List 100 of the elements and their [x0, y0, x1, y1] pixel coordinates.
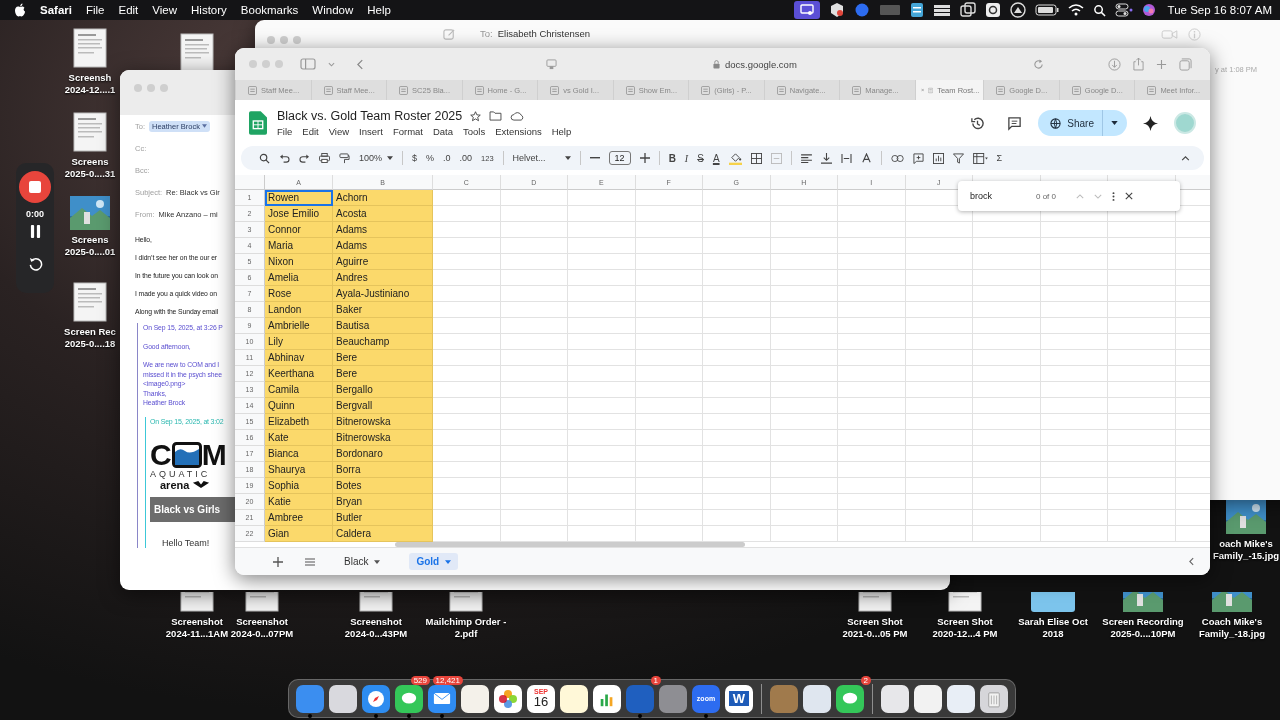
menu-item[interactable]: Window	[312, 4, 354, 16]
table-cell[interactable]: Aguirre	[333, 254, 433, 270]
sheet-tab[interactable]: Black	[337, 553, 388, 570]
menu-item[interactable]: View	[152, 4, 178, 16]
decrease-decimal-button[interactable]: .0	[443, 153, 451, 163]
table-cell[interactable]: Beauchamp	[333, 334, 433, 350]
file-name: Screen Shot	[937, 616, 993, 628]
document-title[interactable]: Black vs. Gold Team Roster 2025	[277, 109, 463, 123]
table-cell[interactable]: Caldera	[333, 526, 433, 542]
table-cell[interactable]: Adams	[333, 222, 433, 238]
table-cell[interactable]: Bere	[333, 350, 433, 366]
table-cell[interactable]: Amelia	[265, 270, 333, 286]
notification-badge: 12,421	[432, 676, 463, 685]
table-cell[interactable]: Katie	[265, 494, 333, 510]
percent-format-button[interactable]: %	[426, 153, 435, 163]
file-name: 2024-0...43PM	[344, 628, 408, 640]
table-cell[interactable]: Ambrielle	[265, 318, 333, 334]
logo-text: arena	[160, 478, 190, 491]
table-cell[interactable]: Sophia	[265, 478, 333, 494]
table-cell[interactable]: Bergvall	[333, 398, 433, 414]
menu-item[interactable]: Edit	[302, 126, 319, 137]
recording-timer: 0:00	[26, 209, 44, 219]
currency-format-button[interactable]: $	[412, 153, 418, 163]
menu-item[interactable]: Format	[392, 126, 423, 137]
format-button[interactable]: A	[712, 152, 720, 164]
table-cell[interactable]: Maria	[265, 238, 333, 254]
table-cell[interactable]: Adams	[333, 238, 433, 254]
file-name: Screenshot	[236, 616, 288, 628]
table-cell[interactable]: Kate	[265, 430, 333, 446]
menu-item[interactable]: Help	[551, 126, 572, 137]
file-name: Family_-15.jpg	[1213, 550, 1279, 562]
file-name: Screenshot	[171, 616, 223, 628]
menu-item[interactable]: Edit	[118, 4, 139, 16]
sheet-tab[interactable]: Gold	[409, 553, 459, 570]
recipient-name[interactable]: Elisabeth Christensen	[497, 28, 591, 39]
table-cell[interactable]: Lily	[265, 334, 333, 350]
file-name: 2024-11...1AM	[165, 628, 229, 640]
table-cell[interactable]: Borra	[333, 462, 433, 478]
table-cell[interactable]: Abhinav	[265, 350, 333, 366]
table-cell[interactable]: Bianca	[265, 446, 333, 462]
zoom-dropdown[interactable]: 100%	[359, 153, 394, 163]
table-cell[interactable]: Ayala-Justiniano	[333, 286, 433, 302]
menu-item[interactable]: History	[191, 4, 227, 16]
table-cell[interactable]: Quinn	[265, 398, 333, 414]
format-button[interactable]: S	[697, 152, 704, 164]
table-cell[interactable]: Bryan	[333, 494, 433, 510]
table-cell[interactable]: Elizabeth	[265, 414, 333, 430]
file-name: 2018	[1042, 628, 1064, 640]
address-bar[interactable]: docs.google.com	[709, 56, 801, 72]
notification-badge: 2	[860, 676, 871, 685]
file-name: Family_-18.jpg	[1199, 628, 1265, 640]
format-button[interactable]: I	[684, 152, 689, 164]
menu-item[interactable]: File	[85, 4, 105, 16]
email-banner: Black vs Girls	[150, 496, 235, 522]
table-cell[interactable]: Butler	[333, 510, 433, 526]
menu-bar-clock[interactable]: Tue Sep 16 8:07 AM	[1167, 4, 1272, 16]
menu-item[interactable]: View	[328, 126, 350, 137]
table-cell[interactable]: Botes	[333, 478, 433, 494]
menu-item[interactable]: Data	[432, 126, 454, 137]
table-cell[interactable]: Achorn	[333, 190, 433, 206]
table-cell[interactable]: Bautisa	[333, 318, 433, 334]
font-size-field[interactable]: 12	[608, 151, 631, 165]
table-cell[interactable]: Rowen	[265, 190, 333, 206]
share-button[interactable]: Share	[1038, 110, 1127, 136]
table-cell[interactable]: Baker	[333, 302, 433, 318]
table-cell[interactable]: Landon	[265, 302, 333, 318]
table-cell[interactable]: Andres	[333, 270, 433, 286]
table-cell[interactable]: Keerthana	[265, 366, 333, 382]
menu-item[interactable]: Help	[367, 4, 391, 16]
quoted-text: Hello Team!	[162, 537, 211, 548]
table-cell[interactable]: Jose Emilio	[265, 206, 333, 222]
find-field[interactable]: brock	[970, 191, 1026, 201]
file-name: 2025-0....18	[64, 338, 116, 350]
menu-item[interactable]: Tools	[463, 126, 486, 137]
table-cell[interactable]: Bere	[333, 366, 433, 382]
increase-decimal-button[interactable]: .00	[459, 153, 473, 163]
table-cell[interactable]: Bordonaro	[333, 446, 433, 462]
table-cell[interactable]: Bitnerowska	[333, 430, 433, 446]
menu-item[interactable]: Safari	[40, 4, 72, 16]
notification-badge: 529	[410, 676, 430, 685]
table-cell[interactable]: Rose	[265, 286, 333, 302]
table-cell[interactable]: Gian	[265, 526, 333, 542]
table-cell[interactable]: Bergallo	[333, 382, 433, 398]
table-cell[interactable]: Shaurya	[265, 462, 333, 478]
table-cell[interactable]: Camila	[265, 382, 333, 398]
document-app-icon[interactable]: W	[725, 684, 753, 713]
field-label: To:	[480, 28, 493, 39]
menu-item[interactable]: Bookmarks	[240, 4, 299, 16]
table-cell[interactable]: Nixon	[265, 254, 333, 270]
table-cell[interactable]: Connor	[265, 222, 333, 238]
table-cell[interactable]: Acosta	[333, 206, 433, 222]
table-cell[interactable]: Ambree	[265, 510, 333, 526]
functions-button[interactable]: Σ	[996, 153, 1003, 163]
font-dropdown[interactable]: Helvet...	[512, 153, 571, 163]
menu-item[interactable]: Insert	[359, 126, 383, 137]
menu-item[interactable]: File	[277, 126, 293, 137]
format-button[interactable]: B	[668, 152, 676, 164]
table-cell[interactable]: Bitnerowska	[333, 414, 433, 430]
file-name: Coach Mike's	[1201, 616, 1263, 628]
menu-item[interactable]: Extensions	[495, 126, 542, 137]
